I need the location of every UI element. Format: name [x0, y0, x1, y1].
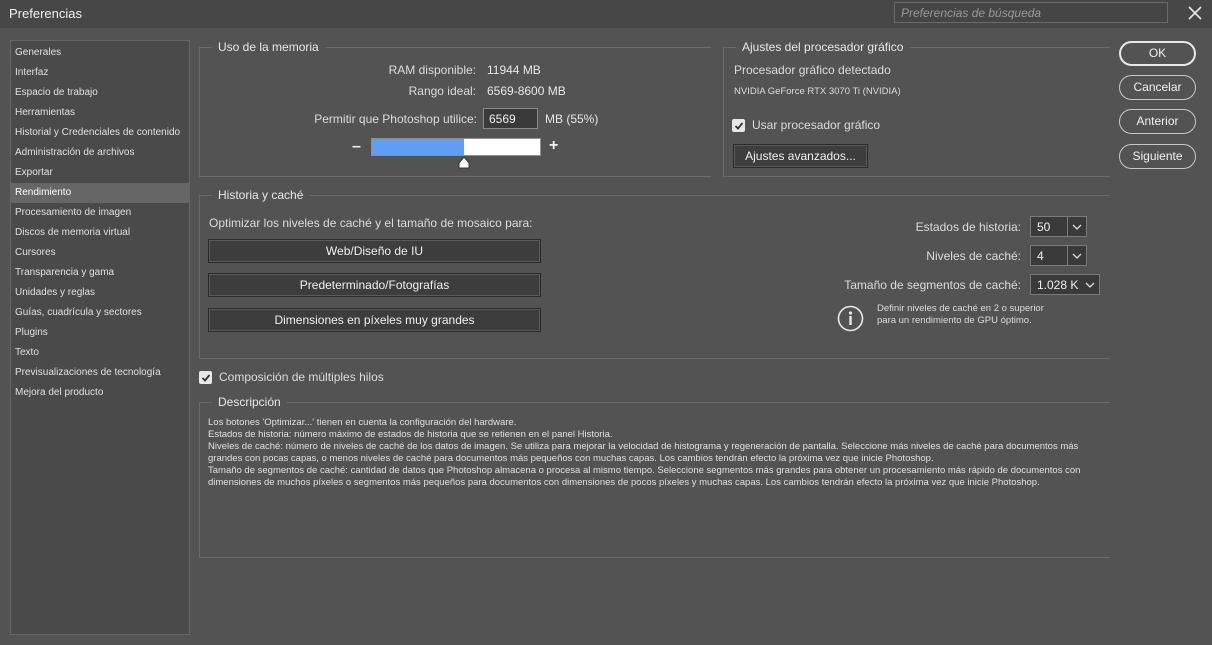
memory-group-title: Uso de la memoria [212, 40, 325, 54]
use-gpu-label: Usar procesador gráfico [752, 118, 881, 132]
sidebar-item[interactable]: Interfaz [11, 63, 189, 83]
sidebar-item[interactable]: Unidades y reglas [11, 283, 189, 303]
sidebar-item[interactable]: Plugins [11, 323, 189, 343]
cancel-button[interactable]: Cancelar [1119, 75, 1196, 100]
memory-slider-fill [372, 139, 464, 155]
description-line: Los botones 'Optimizar...' tienen en cue… [208, 417, 517, 428]
sidebar-item[interactable]: Herramientas [11, 103, 189, 123]
optimize-default-photos-button[interactable]: Predeterminado/Fotografías [208, 273, 541, 297]
sidebar-item[interactable]: Texto [11, 343, 189, 363]
ideal-range-label: Rango ideal: [408, 84, 476, 98]
gpu-name: NVIDIA GeForce RTX 3070 Ti (NVIDIA) [734, 86, 901, 97]
sidebar-item[interactable]: Guías, cuadrícula y sectores [11, 303, 189, 323]
advanced-settings-button[interactable]: Ajustes avanzados... [733, 144, 868, 168]
gpu-detected-label: Procesador gráfico detectado [734, 63, 891, 77]
info-icon [837, 305, 864, 332]
next-button[interactable]: Siguiente [1119, 144, 1196, 169]
ideal-range-value: 6569-8600 MB [487, 84, 566, 98]
allow-memory-label: Permitir que Photoshop utilice: [314, 112, 477, 126]
description-title: Descripción [212, 395, 287, 409]
preferences-search-input[interactable] [894, 2, 1168, 23]
select-separator [1067, 246, 1068, 265]
chevron-down-icon [1072, 253, 1082, 259]
sidebar-item[interactable]: Procesamiento de imagen [11, 203, 189, 223]
cache-tile-size-value: 1.028 K [1037, 278, 1079, 292]
sidebar-item[interactable]: Generales [11, 43, 189, 63]
history-group-title: Historia y caché [212, 188, 310, 202]
sidebar-item[interactable]: Rendimiento [11, 183, 189, 203]
title-bar: Preferencias [0, 0, 1212, 28]
close-icon [1188, 6, 1202, 20]
sidebar-item[interactable]: Transparencia y gama [11, 263, 189, 283]
sidebar-item[interactable]: Previsualizaciones de tecnología [11, 363, 189, 383]
description-line: Tamaño de segmentos de caché: cantidad d… [208, 465, 1081, 488]
memory-slider[interactable] [371, 138, 541, 156]
history-states-value: 50 [1037, 220, 1051, 234]
optimize-label: Optimizar los niveles de caché y el tama… [209, 216, 533, 230]
slider-thumb-icon[interactable] [458, 156, 470, 169]
sidebar-item[interactable]: Mejora del producto [11, 383, 189, 403]
gpu-group-title: Ajustes del procesador gráfico [736, 40, 910, 54]
preferences-sidebar: Generales Interfaz Espacio de trabajo Herra… [10, 40, 190, 635]
cache-levels-value: 4 [1037, 249, 1044, 263]
decrease-memory-button[interactable]: – [352, 139, 361, 155]
cache-tile-size-select[interactable]: 1.028 K [1030, 274, 1100, 295]
ram-available-label: RAM disponible: [388, 63, 476, 77]
sidebar-item[interactable]: Espacio de trabajo [11, 83, 189, 103]
increase-memory-button[interactable]: + [549, 138, 558, 154]
sidebar-item[interactable]: Discos de memoria virtual [11, 223, 189, 243]
gpu-cache-info-text: Definir niveles de caché en 2 o superior… [877, 303, 1044, 326]
sidebar-item[interactable]: Historial y Credenciales de contenido [11, 123, 189, 143]
select-separator [1067, 217, 1068, 236]
memory-unit-label: MB (55%) [545, 112, 599, 126]
history-states-label: Estados de historia: [915, 220, 1021, 234]
sidebar-item[interactable]: Exportar [11, 163, 189, 183]
optimize-web-ui-button[interactable]: Web/Diseño de IU [208, 239, 541, 263]
ok-button[interactable]: OK [1119, 41, 1196, 66]
memory-amount-input[interactable] [483, 108, 538, 129]
cache-tile-size-label: Tamaño de segmentos de caché: [844, 278, 1021, 292]
optimize-large-pixels-button[interactable]: Dimensiones en píxeles muy grandes [208, 308, 541, 332]
close-button[interactable] [1182, 2, 1208, 24]
window-title: Preferencias [9, 6, 82, 21]
sidebar-item[interactable]: Cursores [11, 243, 189, 263]
checkmark-icon [201, 373, 210, 382]
history-states-select[interactable]: 50 [1030, 216, 1087, 237]
multithread-compositing-checkbox[interactable] [199, 371, 212, 384]
cache-levels-select[interactable]: 4 [1030, 245, 1087, 266]
checkmark-icon [734, 121, 743, 130]
description-text: Los botones 'Optimizar...' tienen en cue… [208, 417, 1103, 489]
cache-levels-label: Niveles de caché: [926, 249, 1021, 263]
chevron-down-icon [1085, 282, 1095, 288]
sidebar-item[interactable]: Administración de archivos [11, 143, 189, 163]
chevron-down-icon [1072, 224, 1082, 230]
description-line: Estados de historia: número máximo de es… [208, 429, 613, 440]
previous-button[interactable]: Anterior [1119, 109, 1196, 134]
use-gpu-checkbox[interactable] [732, 119, 745, 132]
description-line: Niveles de caché: número de niveles de c… [208, 441, 1079, 464]
ram-available-value: 11944 MB [487, 63, 541, 77]
multithread-compositing-label: Composición de múltiples hilos [219, 370, 384, 384]
